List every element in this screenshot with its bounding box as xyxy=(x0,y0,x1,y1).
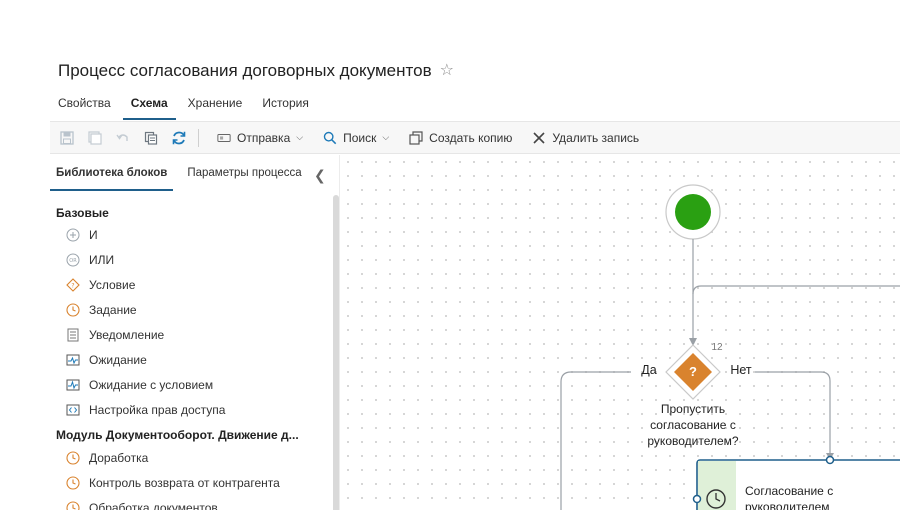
clock-task-icon xyxy=(66,451,80,465)
block-item-task[interactable]: Задание xyxy=(66,303,137,317)
condition-text-line: руководителем? xyxy=(647,434,739,448)
yes-label: Да xyxy=(641,363,657,377)
condition-icon: ? xyxy=(66,278,80,292)
block-item-or[interactable]: OR ИЛИ xyxy=(66,253,114,267)
tab-schema[interactable]: Схема xyxy=(122,92,176,120)
block-item-wait-condition[interactable]: Ожидание с условием xyxy=(66,378,213,392)
schema-canvas[interactable]: ? 12 Да Нет Пропустить согласование с ру… xyxy=(341,155,900,510)
star-outline-icon[interactable]: ☆ xyxy=(440,63,454,79)
flow-no-branch[interactable] xyxy=(755,371,831,455)
tab-properties[interactable]: Свойства xyxy=(50,92,119,120)
toolbar: Отправка ⌵ Поиск ⌵ Создать копию Удалить… xyxy=(50,121,900,154)
block-item-label: Условие xyxy=(89,278,136,292)
block-item-condition[interactable]: ? Условие xyxy=(66,278,135,292)
condition-symbol: ? xyxy=(689,364,697,379)
block-item-doc-processing[interactable]: Обработка документов xyxy=(66,501,218,510)
main-tabs: Свойства Схема Хранение История xyxy=(50,92,317,120)
section-docflow-module: Модуль Документооборот. Движение д... xyxy=(56,428,299,442)
diagram-svg xyxy=(560,184,900,510)
create-copy-label: Создать копию xyxy=(429,130,513,145)
block-item-access-rights[interactable]: Настройка прав доступа xyxy=(66,403,225,417)
block-item-wait[interactable]: Ожидание xyxy=(66,353,147,367)
block-item-label: Доработка xyxy=(89,451,149,465)
title-row: Процесс согласования договорных документ… xyxy=(58,58,454,84)
copy-pages-icon[interactable] xyxy=(140,127,162,149)
condition-text-line: согласование с xyxy=(650,418,736,432)
undo-icon[interactable] xyxy=(112,127,134,149)
block-item-rework[interactable]: Доработка xyxy=(66,451,148,465)
condition-text-line: Пропустить xyxy=(660,402,726,416)
wait-icon xyxy=(66,353,80,367)
search-icon xyxy=(323,131,337,145)
block-item-label: И xyxy=(89,228,98,242)
block-library-panel: Библиотека блоков Параметры процесса ❮ Б… xyxy=(50,155,340,510)
block-item-notification[interactable]: Уведомление xyxy=(66,328,164,342)
flow-yes-branch[interactable] xyxy=(560,371,631,510)
notification-icon xyxy=(66,328,80,342)
close-icon xyxy=(532,131,546,145)
task-text-line: Согласование с xyxy=(745,484,834,498)
search-menu-button[interactable]: Поиск ⌵ xyxy=(313,125,399,151)
chevron-down-icon: ⌵ xyxy=(296,132,304,142)
or-gateway-icon: OR xyxy=(66,253,80,267)
section-basic: Базовые xyxy=(56,206,109,220)
block-item-label: Настройка прав доступа xyxy=(89,403,226,417)
delete-record-button[interactable]: Удалить запись xyxy=(522,125,649,151)
block-item-label: Ожидание с условием xyxy=(89,378,214,392)
tab-history[interactable]: История xyxy=(254,92,317,120)
condition-number: 12 xyxy=(711,342,723,353)
scrollbar[interactable] xyxy=(333,195,339,510)
tab-block-library[interactable]: Библиотека блоков xyxy=(50,155,174,191)
clock-task-icon xyxy=(66,501,80,510)
tab-process-params[interactable]: Параметры процесса xyxy=(181,155,307,191)
connection-port[interactable] xyxy=(825,455,835,465)
task-text-line: руководителем xyxy=(745,500,830,510)
connection-port[interactable] xyxy=(692,494,702,504)
create-copy-button[interactable]: Создать копию xyxy=(399,125,522,151)
no-label: Нет xyxy=(730,363,752,377)
process-window: Процесс согласования договорных документ… xyxy=(50,50,900,510)
delete-record-label: Удалить запись xyxy=(552,130,640,145)
clock-task-icon xyxy=(66,303,80,317)
wait-condition-icon xyxy=(66,378,80,392)
send-icon xyxy=(217,131,231,145)
block-item-label: Задание xyxy=(89,303,137,317)
block-item-label: Уведомление xyxy=(89,328,165,342)
send-label: Отправка xyxy=(237,130,291,145)
start-event[interactable] xyxy=(665,184,721,240)
clock-task-icon xyxy=(66,476,80,490)
search-label: Поиск xyxy=(343,130,377,145)
svg-text:?: ? xyxy=(71,282,74,289)
block-item-return-control[interactable]: Контроль возврата от контрагента xyxy=(66,476,280,490)
flow-incoming-loop[interactable] xyxy=(692,285,900,295)
page-title: Процесс согласования договорных документ… xyxy=(58,61,432,80)
block-item-label: Ожидание xyxy=(89,353,147,367)
toolbar-divider xyxy=(198,128,199,147)
block-item-and[interactable]: И xyxy=(66,228,98,242)
send-menu-button[interactable]: Отправка ⌵ xyxy=(207,125,313,151)
block-item-label: ИЛИ xyxy=(89,253,115,267)
chevron-left-icon[interactable]: ❮ xyxy=(314,167,326,184)
and-gateway-icon xyxy=(66,228,80,242)
tab-storage[interactable]: Хранение xyxy=(180,92,251,120)
save-close-icon[interactable] xyxy=(84,127,106,149)
block-item-label: Обработка документов xyxy=(89,501,218,510)
chevron-down-icon: ⌵ xyxy=(382,132,390,142)
svg-text:OR: OR xyxy=(69,258,77,264)
refresh-icon[interactable] xyxy=(168,127,190,149)
panel-tabs: Библиотека блоков Параметры процесса xyxy=(50,155,340,191)
access-rights-icon xyxy=(66,403,80,417)
block-item-label: Контроль возврата от контрагента xyxy=(89,476,280,490)
copy-icon xyxy=(409,130,423,145)
save-icon[interactable] xyxy=(56,127,78,149)
